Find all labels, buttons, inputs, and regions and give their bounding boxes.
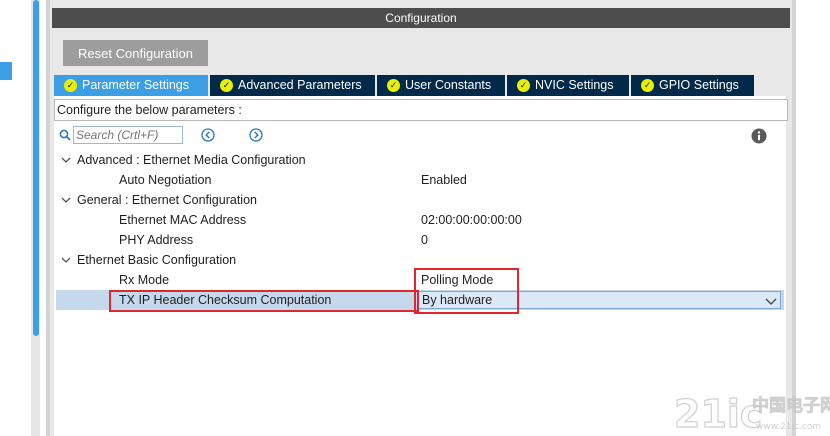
parameter-name: Rx Mode <box>119 273 170 287</box>
panel-border-left <box>46 0 50 436</box>
search-icon <box>59 129 71 141</box>
parameter-name: PHY Address <box>119 233 194 247</box>
left-pane-tab[interactable] <box>0 62 12 80</box>
search-input[interactable] <box>73 126 183 144</box>
chevron-down-icon[interactable] <box>764 294 778 308</box>
category-label: General : Ethernet Configuration <box>77 193 257 207</box>
highlight-box <box>109 290 419 312</box>
tab-gpio-settings[interactable]: ✓ GPIO Settings <box>631 75 754 96</box>
parameter-name: Ethernet MAC Address <box>119 213 247 227</box>
tab-advanced-parameters[interactable]: ✓ Advanced Parameters <box>210 75 375 96</box>
category-label: Advanced : Ethernet Media Configuration <box>77 153 306 167</box>
parameter-value: 02:00:00:00:00:00 <box>421 213 522 227</box>
watermark-logo: 21ic 中国电子网 www.21ic.com <box>673 391 830 436</box>
info-icon[interactable] <box>751 128 767 144</box>
arrow-right-circle-icon[interactable] <box>249 128 263 142</box>
check-circle-icon: ✓ <box>220 79 233 92</box>
category-row[interactable]: General : Ethernet Configuration <box>56 190 784 210</box>
category-label: Ethernet Basic Configuration <box>77 253 237 267</box>
tab-parameter-settings[interactable]: ✓ Parameter Settings <box>54 75 208 96</box>
svg-text:21ic: 21ic <box>674 392 762 436</box>
tab-label: User Constants <box>405 78 492 92</box>
category-row[interactable]: Advanced : Ethernet Media Configuration <box>56 150 784 170</box>
arrow-left-circle-icon[interactable] <box>201 128 215 142</box>
svg-text:中国电子网: 中国电子网 <box>752 395 830 416</box>
tab-nvic-settings[interactable]: ✓ NVIC Settings <box>507 75 629 96</box>
category-row[interactable]: Ethernet Basic Configuration <box>56 250 784 270</box>
svg-text:www.21ic.com: www.21ic.com <box>756 422 821 432</box>
chevron-down-icon[interactable] <box>60 154 72 166</box>
parameter-row[interactable]: Ethernet MAC Address 02:00:00:00:00:00 <box>56 210 784 230</box>
check-circle-icon: ✓ <box>641 79 654 92</box>
tab-label: NVIC Settings <box>535 78 614 92</box>
check-circle-icon: ✓ <box>517 79 530 92</box>
panel-border-right <box>792 0 796 436</box>
chevron-down-icon[interactable] <box>60 254 72 266</box>
tab-user-constants[interactable]: ✓ User Constants <box>377 75 505 96</box>
reset-configuration-button[interactable]: Reset Configuration <box>63 40 208 66</box>
parameter-name: Auto Negotiation <box>119 173 212 187</box>
tab-label: Advanced Parameters <box>238 78 362 92</box>
panel-title: Configuration <box>52 8 790 28</box>
tab-label: Parameter Settings <box>82 78 189 92</box>
chevron-down-icon[interactable] <box>60 194 72 206</box>
check-circle-icon: ✓ <box>64 79 77 92</box>
highlight-box <box>414 268 519 314</box>
parameter-value: Enabled <box>421 173 467 187</box>
parameter-row[interactable]: PHY Address 0 <box>56 230 784 250</box>
check-circle-icon: ✓ <box>387 79 400 92</box>
scrollbar-thumb[interactable] <box>33 0 39 336</box>
parameter-row[interactable]: Auto Negotiation Enabled <box>56 170 784 190</box>
tab-label: GPIO Settings <box>659 78 739 92</box>
parameter-value: 0 <box>421 233 428 247</box>
configure-instructions: Configure the below parameters : <box>54 99 788 121</box>
